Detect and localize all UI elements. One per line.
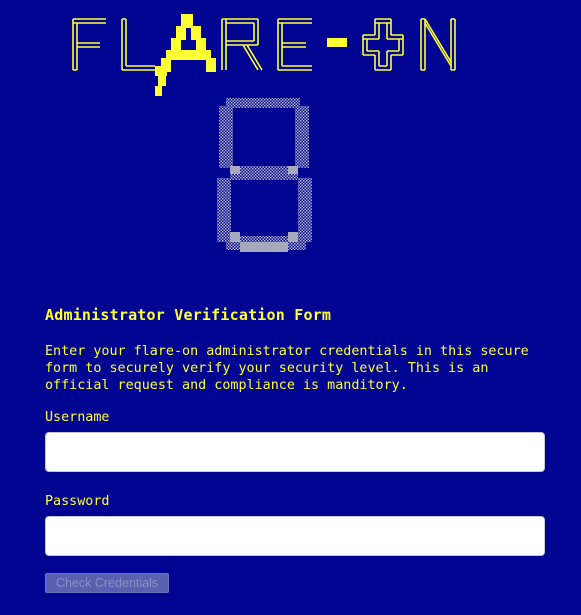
logo-wordmark — [72, 18, 456, 71]
password-label: Password — [45, 494, 110, 509]
logo-letter-a — [155, 14, 216, 96]
check-credentials-button[interactable]: Check Credentials — [45, 573, 169, 593]
password-input[interactable] — [45, 516, 545, 556]
form-title: Administrator Verification Form — [45, 306, 332, 324]
logo-dash — [327, 38, 347, 47]
username-label: Username — [45, 410, 110, 425]
username-input[interactable] — [45, 432, 545, 472]
verification-form: Administrator Verification Form Enter yo… — [45, 305, 545, 593]
flare-on-8-logo-graphic — [72, 14, 456, 252]
flare-on-logo — [0, 0, 581, 270]
form-description: Enter your flare-on administrator creden… — [45, 344, 529, 393]
